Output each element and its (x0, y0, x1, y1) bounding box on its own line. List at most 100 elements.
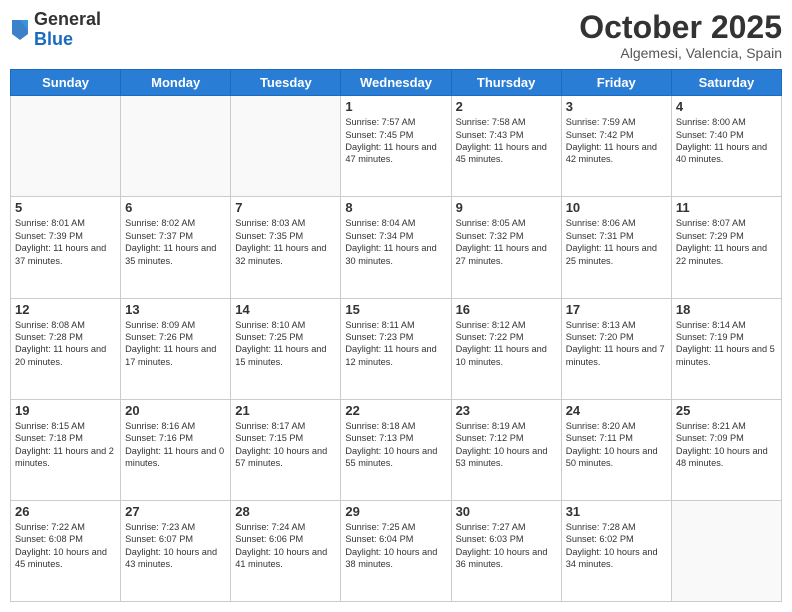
day-number: 28 (235, 504, 336, 519)
day-number: 9 (456, 200, 557, 215)
day-number: 18 (676, 302, 777, 317)
cell-info: Sunrise: 8:17 AM Sunset: 7:15 PM Dayligh… (235, 420, 336, 470)
calendar-cell: 26Sunrise: 7:22 AM Sunset: 6:08 PM Dayli… (11, 500, 121, 601)
cell-info: Sunrise: 8:13 AM Sunset: 7:20 PM Dayligh… (566, 319, 667, 369)
cell-info: Sunrise: 8:06 AM Sunset: 7:31 PM Dayligh… (566, 217, 667, 267)
cell-info: Sunrise: 8:18 AM Sunset: 7:13 PM Dayligh… (345, 420, 446, 470)
calendar-cell: 25 Sunrise: 8:21 AM Sunset: 7:09 PM Dayli… (671, 399, 781, 500)
calendar-cell: 27 Sunrise: 7:23 AM Sunset: 6:07 PM Dayli… (121, 500, 231, 601)
cell-info: Sunrise: 7:22 AM Sunset: 6:08 PM Dayligh… (15, 521, 116, 571)
cell-info: Sunrise: 7:23 AM Sunset: 6:07 PM Dayligh… (125, 521, 226, 571)
calendar-week-0: 1 Sunrise: 7:57 AM Sunset: 7:45 PM Daylig… (11, 96, 782, 197)
logo: General Blue (10, 10, 101, 50)
logo-general: General (34, 10, 101, 30)
day-header-saturday: Saturday (671, 70, 781, 96)
day-header-thursday: Thursday (451, 70, 561, 96)
cell-info: Sunrise: 8:08 AM Sunset: 7:28 PM Dayligh… (15, 319, 116, 369)
day-number: 29 (345, 504, 446, 519)
cell-info: Sunrise: 7:57 AM Sunset: 7:45 PM Dayligh… (345, 116, 446, 166)
day-header-tuesday: Tuesday (231, 70, 341, 96)
cell-info: Sunrise: 7:59 AM Sunset: 7:42 PM Dayligh… (566, 116, 667, 166)
calendar-cell: 30 Sunrise: 7:27 AM Sunset: 6:03 PM Dayli… (451, 500, 561, 601)
title-block: October 2025 Algemesi, Valencia, Spain (579, 10, 782, 61)
calendar-cell: 4Sunrise: 8:00 AM Sunset: 7:40 PM Daylig… (671, 96, 781, 197)
cell-info: Sunrise: 8:10 AM Sunset: 7:25 PM Dayligh… (235, 319, 336, 369)
day-number: 16 (456, 302, 557, 317)
day-header-monday: Monday (121, 70, 231, 96)
day-number: 11 (676, 200, 777, 215)
calendar-cell: 17 Sunrise: 8:13 AM Sunset: 7:20 PM Dayli… (561, 298, 671, 399)
day-number: 21 (235, 403, 336, 418)
calendar-cell: 18 Sunrise: 8:14 AM Sunset: 7:19 PM Dayli… (671, 298, 781, 399)
calendar-cell: 6 Sunrise: 8:02 AM Sunset: 7:37 PM Daylig… (121, 197, 231, 298)
calendar-week-3: 19 Sunrise: 8:15 AM Sunset: 7:18 PM Dayli… (11, 399, 782, 500)
cell-info: Sunrise: 8:21 AM Sunset: 7:09 PM Dayligh… (676, 420, 777, 470)
calendar-cell: 20 Sunrise: 8:16 AM Sunset: 7:16 PM Dayli… (121, 399, 231, 500)
day-number: 3 (566, 99, 667, 114)
calendar-week-4: 26Sunrise: 7:22 AM Sunset: 6:08 PM Dayli… (11, 500, 782, 601)
cell-info: Sunrise: 7:27 AM Sunset: 6:03 PM Dayligh… (456, 521, 557, 571)
day-number: 2 (456, 99, 557, 114)
calendar-cell: 29 Sunrise: 7:25 AM Sunset: 6:04 PM Dayli… (341, 500, 451, 601)
calendar-cell: 7Sunrise: 8:03 AM Sunset: 7:35 PM Daylig… (231, 197, 341, 298)
cell-info: Sunrise: 8:19 AM Sunset: 7:12 PM Dayligh… (456, 420, 557, 470)
cell-info: Sunrise: 7:25 AM Sunset: 6:04 PM Dayligh… (345, 521, 446, 571)
cell-info: Sunrise: 8:02 AM Sunset: 7:37 PM Dayligh… (125, 217, 226, 267)
day-number: 30 (456, 504, 557, 519)
calendar-cell: 16 Sunrise: 8:12 AM Sunset: 7:22 PM Dayli… (451, 298, 561, 399)
calendar-cell (11, 96, 121, 197)
month-title: October 2025 (579, 10, 782, 45)
calendar-cell: 13 Sunrise: 8:09 AM Sunset: 7:26 PM Dayli… (121, 298, 231, 399)
day-number: 6 (125, 200, 226, 215)
cell-info: Sunrise: 8:01 AM Sunset: 7:39 PM Dayligh… (15, 217, 116, 267)
calendar-cell: 15Sunrise: 8:11 AM Sunset: 7:23 PM Dayli… (341, 298, 451, 399)
calendar-week-1: 5 Sunrise: 8:01 AM Sunset: 7:39 PM Daylig… (11, 197, 782, 298)
calendar-cell: 11 Sunrise: 8:07 AM Sunset: 7:29 PM Dayli… (671, 197, 781, 298)
day-number: 20 (125, 403, 226, 418)
calendar-cell: 1 Sunrise: 7:57 AM Sunset: 7:45 PM Daylig… (341, 96, 451, 197)
day-number: 12 (15, 302, 116, 317)
cell-info: Sunrise: 8:14 AM Sunset: 7:19 PM Dayligh… (676, 319, 777, 369)
day-number: 15 (345, 302, 446, 317)
day-number: 22 (345, 403, 446, 418)
header: General Blue October 2025 Algemesi, Vale… (10, 10, 782, 61)
day-number: 14 (235, 302, 336, 317)
cell-info: Sunrise: 7:24 AM Sunset: 6:06 PM Dayligh… (235, 521, 336, 571)
day-number: 25 (676, 403, 777, 418)
logo-text: General Blue (34, 10, 101, 50)
calendar-cell: 28 Sunrise: 7:24 AM Sunset: 6:06 PM Dayli… (231, 500, 341, 601)
day-number: 27 (125, 504, 226, 519)
day-number: 17 (566, 302, 667, 317)
day-header-sunday: Sunday (11, 70, 121, 96)
calendar-cell: 19 Sunrise: 8:15 AM Sunset: 7:18 PM Dayli… (11, 399, 121, 500)
location: Algemesi, Valencia, Spain (579, 45, 782, 61)
calendar-header-row: SundayMondayTuesdayWednesdayThursdayFrid… (11, 70, 782, 96)
day-number: 31 (566, 504, 667, 519)
cell-info: Sunrise: 8:16 AM Sunset: 7:16 PM Dayligh… (125, 420, 226, 470)
day-number: 5 (15, 200, 116, 215)
calendar-cell: 21 Sunrise: 8:17 AM Sunset: 7:15 PM Dayli… (231, 399, 341, 500)
day-number: 24 (566, 403, 667, 418)
cell-info: Sunrise: 8:15 AM Sunset: 7:18 PM Dayligh… (15, 420, 116, 470)
cell-info: Sunrise: 8:12 AM Sunset: 7:22 PM Dayligh… (456, 319, 557, 369)
calendar-cell: 23 Sunrise: 8:19 AM Sunset: 7:12 PM Dayli… (451, 399, 561, 500)
calendar-cell (231, 96, 341, 197)
day-number: 10 (566, 200, 667, 215)
day-number: 19 (15, 403, 116, 418)
cell-info: Sunrise: 8:07 AM Sunset: 7:29 PM Dayligh… (676, 217, 777, 267)
day-number: 1 (345, 99, 446, 114)
day-header-friday: Friday (561, 70, 671, 96)
logo-blue: Blue (34, 30, 101, 50)
cell-info: Sunrise: 7:28 AM Sunset: 6:02 PM Dayligh… (566, 521, 667, 571)
calendar-cell: 9 Sunrise: 8:05 AM Sunset: 7:32 PM Daylig… (451, 197, 561, 298)
day-number: 13 (125, 302, 226, 317)
cell-info: Sunrise: 7:58 AM Sunset: 7:43 PM Dayligh… (456, 116, 557, 166)
calendar-cell: 3 Sunrise: 7:59 AM Sunset: 7:42 PM Daylig… (561, 96, 671, 197)
cell-info: Sunrise: 8:05 AM Sunset: 7:32 PM Dayligh… (456, 217, 557, 267)
day-number: 23 (456, 403, 557, 418)
calendar-cell: 8Sunrise: 8:04 AM Sunset: 7:34 PM Daylig… (341, 197, 451, 298)
calendar-week-2: 12 Sunrise: 8:08 AM Sunset: 7:28 PM Dayli… (11, 298, 782, 399)
cell-info: Sunrise: 8:09 AM Sunset: 7:26 PM Dayligh… (125, 319, 226, 369)
calendar-cell: 31 Sunrise: 7:28 AM Sunset: 6:02 PM Dayli… (561, 500, 671, 601)
calendar-cell: 5 Sunrise: 8:01 AM Sunset: 7:39 PM Daylig… (11, 197, 121, 298)
